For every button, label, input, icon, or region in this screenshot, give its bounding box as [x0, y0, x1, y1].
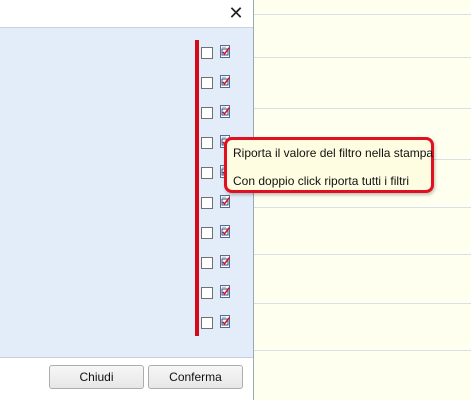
include-filter-checkbox[interactable] [201, 167, 213, 179]
filter-row [201, 315, 241, 331]
print-filter-icon[interactable] [220, 105, 232, 119]
filter-row [201, 225, 241, 241]
filter-dialog: ✕ Chiudi Conferma [0, 0, 254, 400]
include-filter-checkbox[interactable] [201, 137, 213, 149]
grid-line [253, 254, 471, 255]
include-filter-checkbox[interactable] [201, 107, 213, 119]
include-filter-checkbox[interactable] [201, 257, 213, 269]
print-filter-icon[interactable] [220, 75, 232, 89]
print-filter-icon[interactable] [220, 255, 232, 269]
dialog-footer: Chiudi Conferma [0, 358, 253, 400]
include-filter-checkbox[interactable] [201, 77, 213, 89]
include-filter-checkbox[interactable] [201, 287, 213, 299]
include-filter-checkbox[interactable] [201, 227, 213, 239]
background-grid [253, 0, 471, 400]
tooltip-line-1: Riporta il valore del filtro nella stamp… [233, 146, 434, 160]
confirm-button[interactable]: Conferma [148, 365, 243, 389]
print-filter-icon[interactable] [220, 195, 232, 209]
highlight-marker [195, 40, 199, 336]
include-filter-checkbox[interactable] [201, 317, 213, 329]
grid-line [253, 14, 471, 15]
include-filter-checkbox[interactable] [201, 197, 213, 209]
grid-line [253, 57, 471, 58]
filter-row [201, 45, 241, 61]
dialog-titlebar: ✕ [0, 0, 253, 28]
grid-line [253, 207, 471, 208]
print-filter-icon[interactable] [220, 45, 232, 59]
tooltip-line-2: Con doppio click riporta tutti i filtri [233, 174, 410, 188]
filter-row [201, 285, 241, 301]
close-icon[interactable]: ✕ [225, 3, 247, 23]
filter-row [201, 105, 241, 121]
filter-row [201, 255, 241, 271]
close-button[interactable]: Chiudi [49, 365, 144, 389]
tooltip: Riporta il valore del filtro nella stamp… [224, 137, 434, 193]
print-filter-icon[interactable] [220, 315, 232, 329]
grid-line [253, 350, 471, 351]
print-filter-icon[interactable] [220, 225, 232, 239]
grid-line [253, 108, 471, 109]
print-filter-icon[interactable] [220, 285, 232, 299]
grid-line [253, 303, 471, 304]
filter-row [201, 75, 241, 91]
filter-row [201, 195, 241, 211]
include-filter-checkbox[interactable] [201, 47, 213, 59]
